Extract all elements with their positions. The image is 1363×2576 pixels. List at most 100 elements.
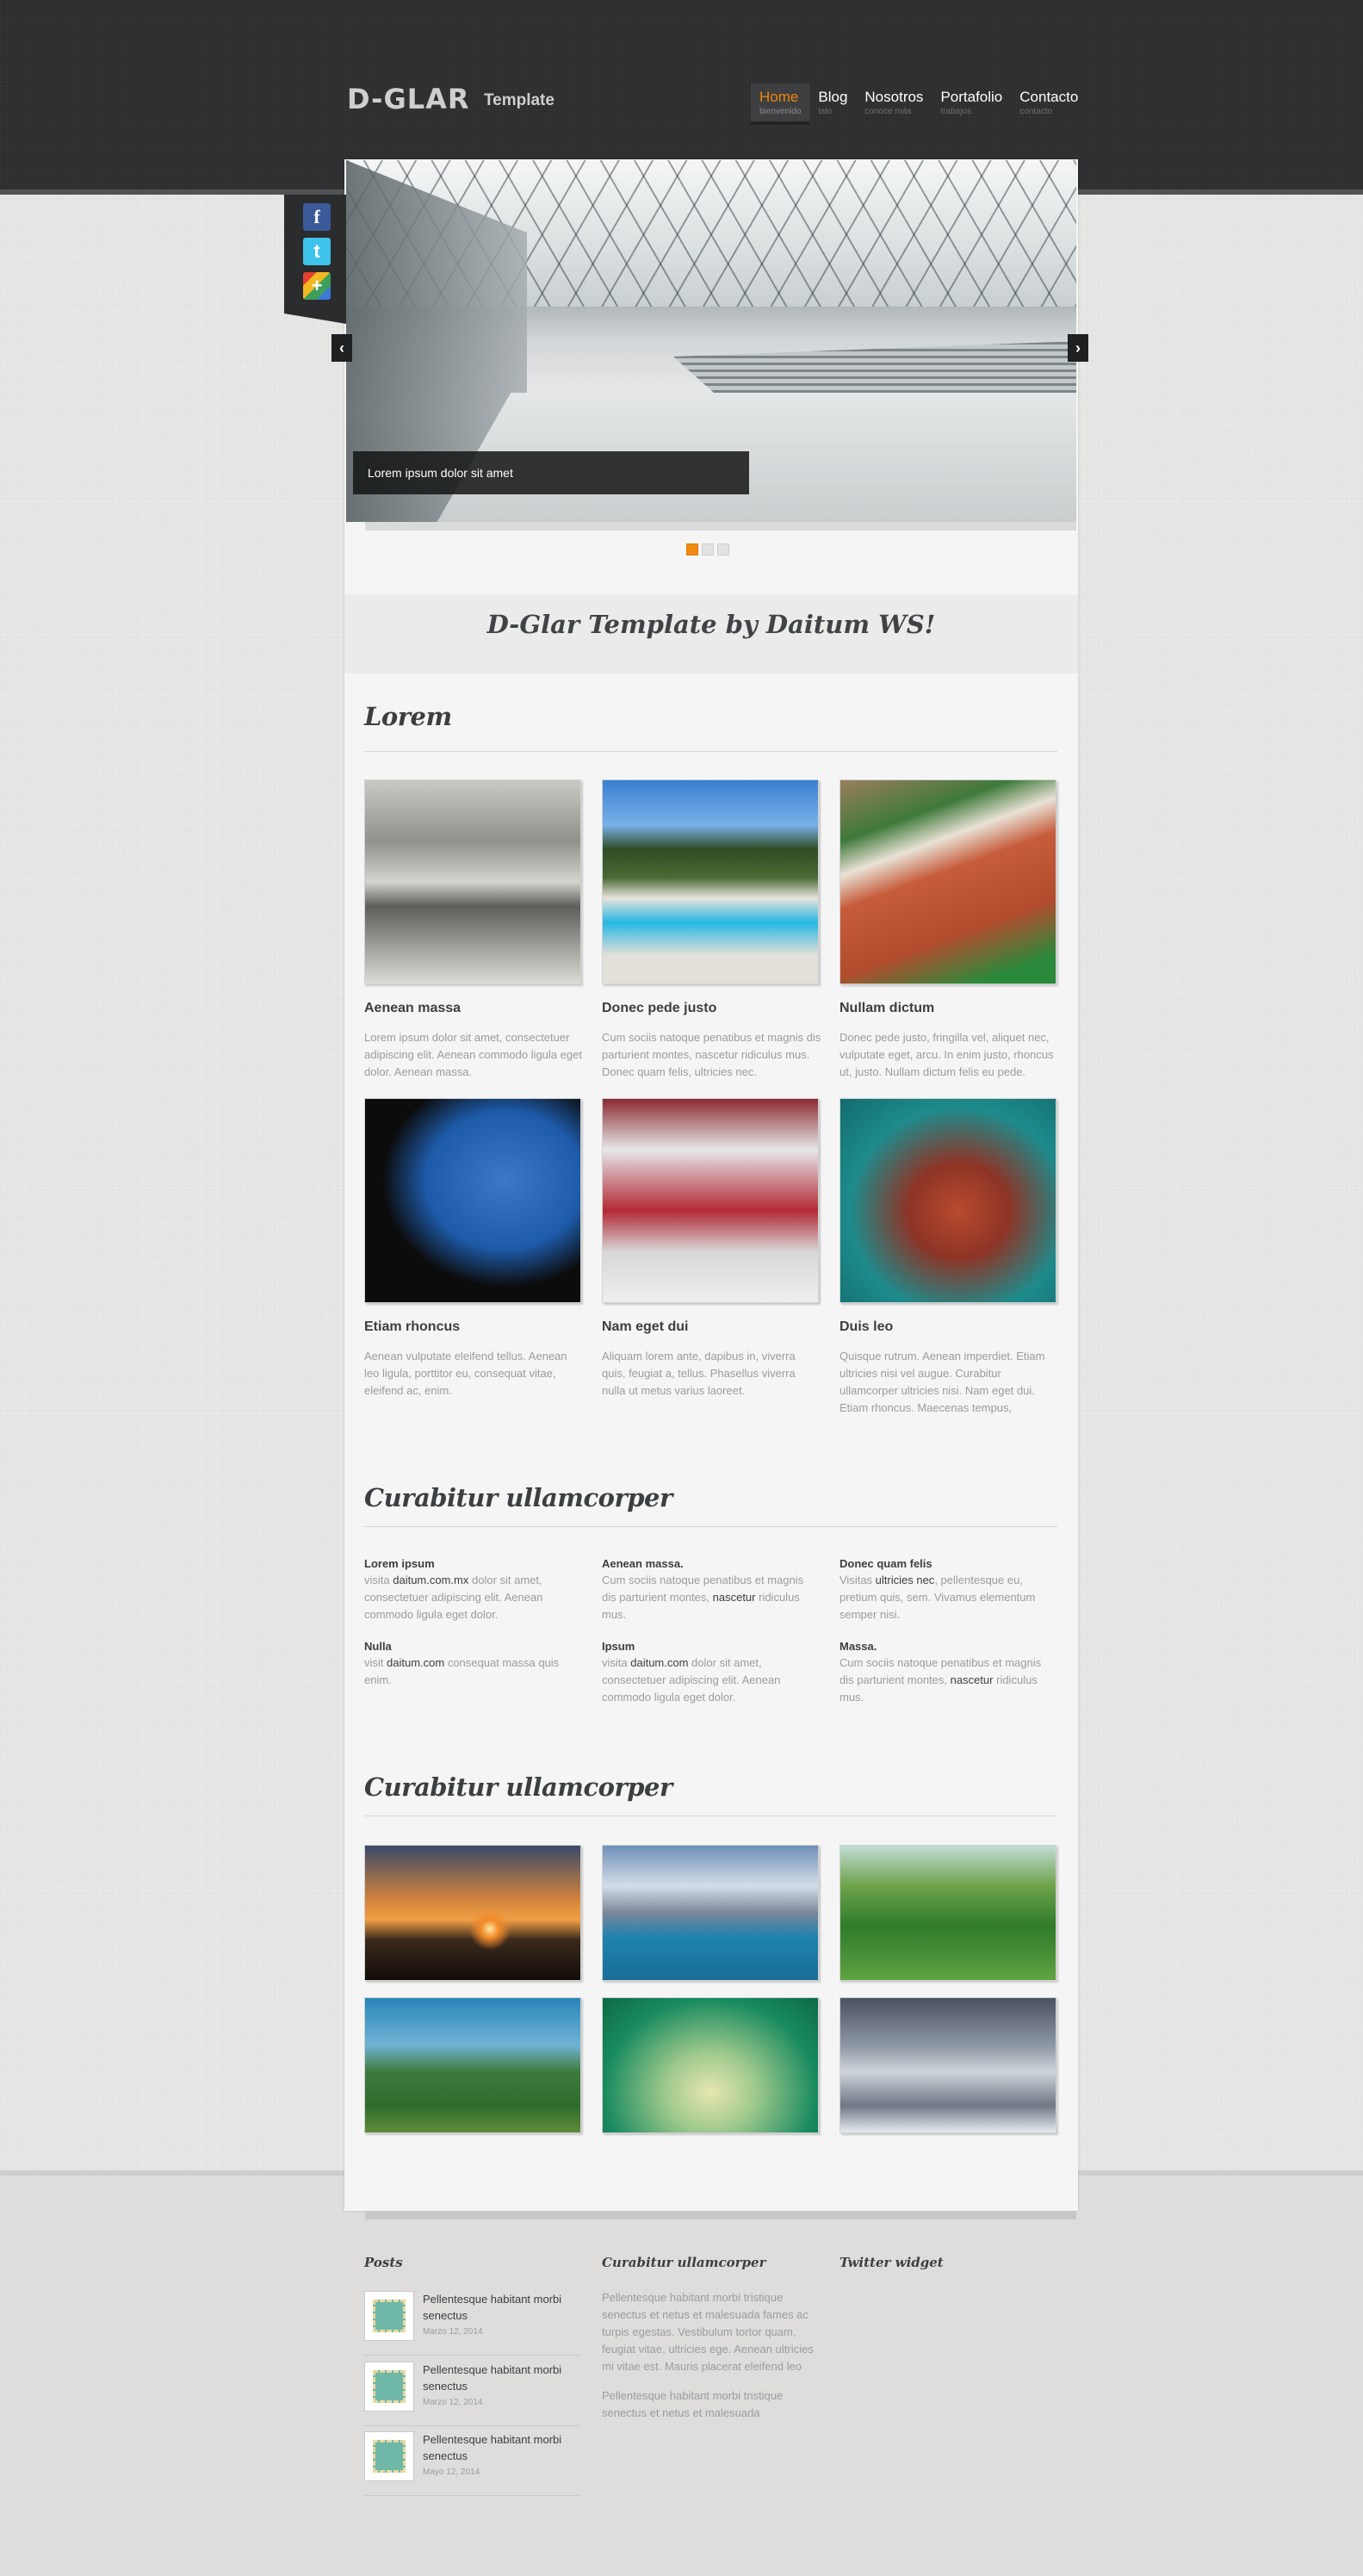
info-link[interactable]: nascetur <box>713 1591 756 1604</box>
section-title-lorem: Lorem <box>364 702 452 731</box>
footer-post[interactable]: Pellentesque habitant morbi senectus Mar… <box>364 2362 579 2426</box>
card-text: Cum sociis natoque penatibus et magnis d… <box>602 1031 821 1078</box>
post-thumbnail[interactable] <box>364 2362 414 2412</box>
nav-portafolio-sub: trabajos <box>940 107 972 116</box>
post-date: Marzo 12, 2014 <box>423 2398 483 2407</box>
card-title[interactable]: Nam eget dui <box>602 1319 688 1335</box>
gallery-image-mountains[interactable] <box>602 1845 819 1981</box>
footer-posts-title: Posts <box>364 2255 403 2270</box>
nav-contacto[interactable]: Contacto contacto <box>1011 84 1087 121</box>
footer-post[interactable]: Pellentesque habitant morbi senectus Mar… <box>364 2291 579 2356</box>
card-image-mall[interactable] <box>602 1098 819 1303</box>
facebook-icon[interactable]: f <box>303 203 331 231</box>
info-title: Massa. <box>839 1640 877 1653</box>
card-image-cave[interactable] <box>364 1098 581 1303</box>
footer-middle-text: Pellentesque habitant morbi tristique se… <box>602 2389 784 2419</box>
card-text: Quisque rutrum. Aenean imperdiet. Etiam … <box>839 1350 1045 1414</box>
card-text: Lorem ipsum dolor sit amet, consectetuer… <box>364 1031 582 1078</box>
slider-caption: Lorem ipsum dolor sit amet <box>353 451 749 494</box>
post-title[interactable]: Pellentesque habitant morbi senectus <box>423 2362 569 2394</box>
nav-portafolio-label: Portafolio <box>940 89 1003 105</box>
slide-image-stands <box>673 341 1076 393</box>
nav-blog-sub: lalo <box>818 107 832 116</box>
container-bottom-shadow <box>365 2211 1076 2219</box>
info-link[interactable]: daitum.com.mx <box>393 1574 468 1586</box>
nav-blog-label: Blog <box>818 89 848 105</box>
info-title: Nulla <box>364 1640 392 1653</box>
info-text: visit daitum.com consequat massa quis en… <box>364 1654 579 1689</box>
footer-twitter-title: Twitter widget <box>839 2255 944 2270</box>
card-title[interactable]: Donec pede justo <box>602 1001 716 1016</box>
gallery-image-hearts[interactable] <box>602 1997 819 2133</box>
gallery-image-sunset[interactable] <box>364 1845 581 1981</box>
site-logo[interactable]: D-GLAR Template <box>347 83 554 115</box>
post-date: Mayo 12, 2014 <box>423 2467 480 2477</box>
nav-home[interactable]: Home bienvenido <box>751 84 810 125</box>
post-title[interactable]: Pellentesque habitant morbi senectus <box>423 2291 569 2324</box>
info-text: visita daitum.com dolor sit amet, consec… <box>602 1654 817 1706</box>
post-divider <box>364 2495 579 2496</box>
info-text: visita daitum.com.mx dolor sit amet, con… <box>364 1572 579 1623</box>
info-text-pre: visita <box>364 1574 393 1586</box>
info-text: Cum sociis natoque penatibus et magnis d… <box>602 1572 817 1623</box>
section-divider <box>364 751 1057 752</box>
post-divider <box>364 2355 579 2356</box>
logo-subtitle: Template <box>483 91 554 109</box>
nav-portafolio[interactable]: Portafolio trabajos <box>932 84 1011 121</box>
nav-home-sub: bienvenido <box>759 107 802 116</box>
post-date: Marzo 12, 2014 <box>423 2327 483 2337</box>
logo-mark: D-GLAR <box>347 83 470 115</box>
card-image-painting[interactable] <box>839 1098 1056 1303</box>
section-title-info: Curabitur ullamcorper <box>364 1483 672 1512</box>
card-title[interactable]: Etiam rhoncus <box>364 1319 460 1335</box>
nav-blog[interactable]: Blog lalo <box>809 84 856 121</box>
info-link[interactable]: daitum.com <box>387 1656 444 1669</box>
slider-dot[interactable] <box>702 543 714 556</box>
footer-middle-title: Curabitur ullamcorper <box>602 2255 766 2270</box>
info-text: Cum sociis natoque penatibus et magnis d… <box>839 1654 1055 1706</box>
footer-middle-text: Pellentesque habitant morbi tristique se… <box>602 2291 814 2373</box>
share-plus-icon[interactable]: + <box>303 272 331 300</box>
info-link[interactable]: ultricies nec <box>876 1574 935 1586</box>
info-text-pre: visit <box>364 1656 387 1669</box>
main-nav: Home bienvenido Blog lalo Nosotros conoc… <box>751 84 1087 125</box>
info-title: Donec quam felis <box>839 1557 932 1570</box>
info-text: Visitas ultricies nec, pellentesque eu, … <box>839 1572 1055 1623</box>
post-divider <box>364 2425 579 2426</box>
section-divider <box>364 1526 1057 1527</box>
card-title[interactable]: Nullam dictum <box>839 1001 934 1016</box>
tagline: D-Glar Template by Daitum WS! <box>486 610 936 639</box>
info-link[interactable]: daitum.com <box>630 1656 688 1669</box>
card-image-deck[interactable] <box>839 779 1056 984</box>
card-image-pool[interactable] <box>602 779 819 984</box>
card-text: Aenean vulputate eleifend tellus. Aenean… <box>364 1350 567 1397</box>
gallery-image-valley[interactable] <box>839 1845 1056 1981</box>
card-title[interactable]: Aenean massa <box>364 1001 461 1016</box>
card-text: Donec pede justo, fringilla vel, aliquet… <box>839 1031 1054 1078</box>
slider-shadow <box>365 522 1076 531</box>
info-text-pre: Visitas <box>839 1574 876 1586</box>
twitter-icon[interactable]: t <box>303 238 331 265</box>
card-image-ink-lake[interactable] <box>364 779 581 984</box>
nav-nosotros[interactable]: Nosotros conoce más <box>856 84 932 121</box>
info-text-pre: visita <box>602 1656 631 1669</box>
info-title: Lorem ipsum <box>364 1557 435 1570</box>
info-title: Ipsum <box>602 1640 635 1653</box>
slider-pagination <box>686 543 729 556</box>
slider-dot[interactable] <box>717 543 729 556</box>
nav-nosotros-sub: conoce más <box>864 107 912 116</box>
card-title[interactable]: Duis leo <box>839 1319 893 1335</box>
slider-dot[interactable] <box>686 543 698 556</box>
footer-post[interactable]: Pellentesque habitant morbi senectus May… <box>364 2431 579 2496</box>
nav-contacto-sub: contacto <box>1019 107 1053 116</box>
slider-next-icon[interactable]: › <box>1068 334 1088 362</box>
post-title[interactable]: Pellentesque habitant morbi senectus <box>423 2431 569 2464</box>
slider-prev-icon[interactable]: ‹ <box>331 334 352 362</box>
info-link[interactable]: nascetur <box>951 1673 994 1686</box>
nav-home-label: Home <box>759 89 799 105</box>
post-thumbnail[interactable] <box>364 2431 414 2481</box>
post-thumbnail[interactable] <box>364 2291 414 2341</box>
nav-nosotros-label: Nosotros <box>864 89 924 105</box>
gallery-image-plains[interactable] <box>364 1997 581 2133</box>
gallery-image-clouds[interactable] <box>839 1997 1056 2133</box>
